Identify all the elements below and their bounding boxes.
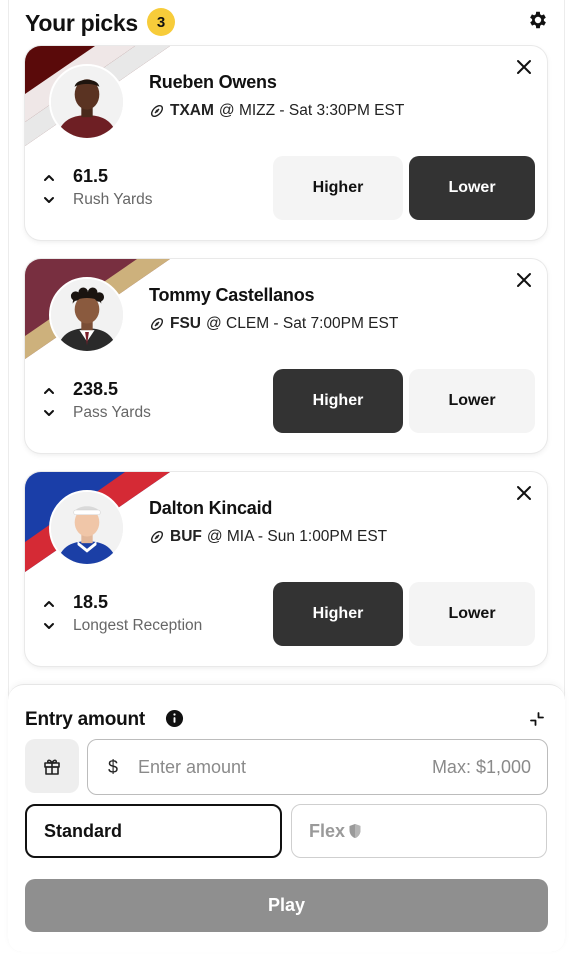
player-avatar: [49, 490, 125, 566]
chevron-up-icon[interactable]: [41, 170, 57, 186]
game-details: @ MIZZ - Sat 3:30PM EST: [218, 102, 405, 119]
entry-amount-section: Entry amount $ Max: $1,000 Standard Flex: [8, 684, 565, 952]
lower-button[interactable]: Lower: [409, 156, 535, 220]
higher-button[interactable]: Higher: [273, 156, 403, 220]
pick-card: Dalton Kincaid BUF @ MIA - Sun 1:00PM ES…: [25, 472, 547, 666]
stat-line-value: 238.5: [73, 379, 119, 399]
pick-card: Rueben Owens TXAM @ MIZZ - Sat 3:30PM ES…: [25, 46, 547, 240]
team-abbr: FSU: [170, 315, 201, 332]
stat-adjuster: [41, 383, 57, 423]
stat-adjuster: [41, 596, 57, 636]
player-name: Rueben Owens: [149, 72, 277, 92]
stat-line-value: 61.5: [73, 166, 109, 186]
picks-count-badge: 3: [147, 8, 175, 36]
play-button[interactable]: Play: [25, 879, 548, 932]
matchup-info: TXAM @ MIZZ - Sat 3:30PM EST: [149, 102, 404, 120]
flex-mode-label: Flex: [309, 820, 346, 841]
stat-label: Pass Yards: [73, 404, 151, 421]
max-amount-label: Max: $1,000: [431, 757, 531, 777]
chevron-down-icon[interactable]: [41, 405, 57, 421]
gift-button[interactable]: [25, 739, 79, 793]
entry-amount-title: Entry amount: [25, 709, 146, 730]
gear-icon[interactable]: [527, 9, 549, 31]
shield-icon: [349, 824, 361, 838]
stat-line-value: 18.5: [73, 592, 109, 612]
close-icon[interactable]: [515, 484, 533, 502]
entry-amount-field: $ Max: $1,000: [87, 739, 548, 795]
standard-mode-label: Standard: [44, 820, 123, 841]
football-icon: [150, 530, 164, 544]
player-avatar: [49, 64, 125, 140]
collapse-icon[interactable]: [529, 711, 545, 727]
player-name: Tommy Castellanos: [149, 285, 315, 305]
chevron-up-icon[interactable]: [41, 596, 57, 612]
chevron-down-icon[interactable]: [41, 618, 57, 634]
chevron-up-icon[interactable]: [41, 383, 57, 399]
stat-adjuster: [41, 170, 57, 210]
picks-header: Your picks 3: [25, 6, 550, 42]
info-icon[interactable]: [165, 709, 184, 728]
standard-mode-button[interactable]: Standard: [25, 804, 282, 858]
game-details: @ CLEM - Sat 7:00PM EST: [206, 315, 399, 332]
game-details: @ MIA - Sun 1:00PM EST: [206, 528, 388, 545]
football-icon: [150, 104, 164, 118]
page-title: Your picks: [25, 10, 138, 36]
amount-input[interactable]: [138, 752, 388, 782]
stat-label: Longest Reception: [73, 617, 203, 634]
football-icon: [150, 317, 164, 331]
team-abbr: TXAM: [170, 102, 214, 119]
lower-button[interactable]: Lower: [409, 582, 535, 646]
team-abbr: BUF: [170, 528, 202, 545]
lower-button[interactable]: Lower: [409, 369, 535, 433]
matchup-info: FSU @ CLEM - Sat 7:00PM EST: [149, 315, 398, 333]
currency-symbol: $: [108, 757, 119, 777]
stat-label: Rush Yards: [73, 191, 153, 208]
higher-button[interactable]: Higher: [273, 369, 403, 433]
gift-icon: [44, 759, 60, 775]
higher-button[interactable]: Higher: [273, 582, 403, 646]
player-name: Dalton Kincaid: [149, 498, 273, 518]
pick-card: Tommy Castellanos FSU @ CLEM - Sat 7:00P…: [25, 259, 547, 453]
close-icon[interactable]: [515, 271, 533, 289]
close-icon[interactable]: [515, 58, 533, 76]
flex-mode-button[interactable]: Flex: [291, 804, 547, 858]
chevron-down-icon[interactable]: [41, 192, 57, 208]
player-avatar: [49, 277, 125, 353]
matchup-info: BUF @ MIA - Sun 1:00PM EST: [149, 528, 387, 546]
